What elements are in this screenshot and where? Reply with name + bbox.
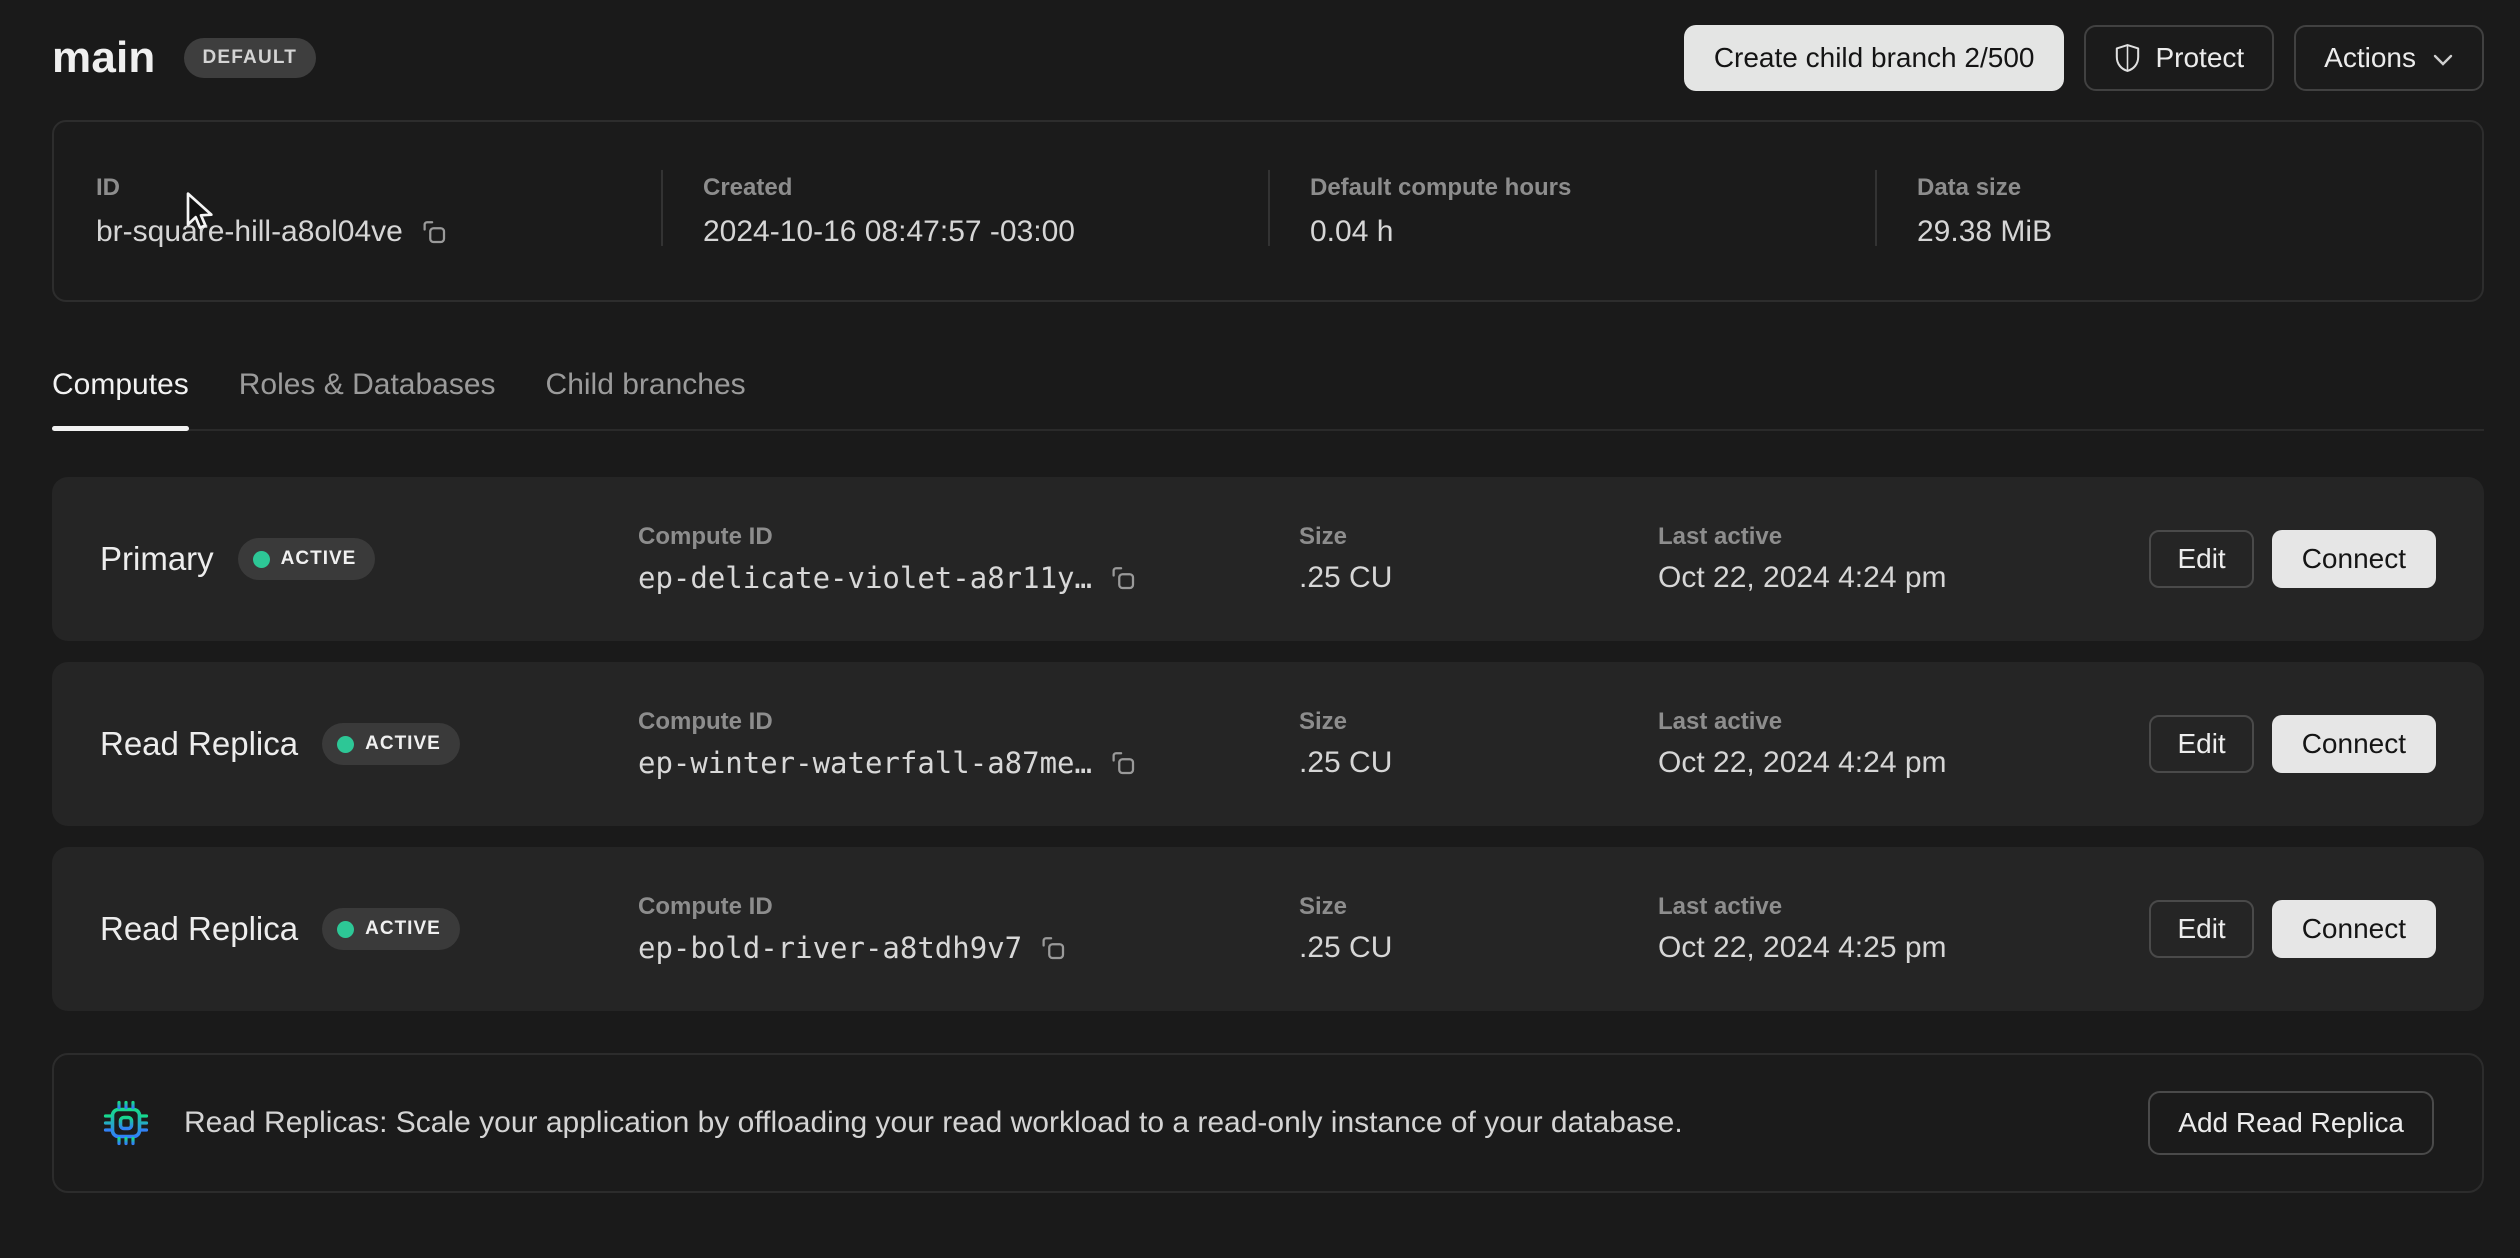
- compute-hours-field: Default compute hours 0.04 h: [1268, 174, 1875, 249]
- last-active-cell: Last active Oct 22, 2024 4:24 pm: [1658, 708, 2149, 780]
- active-dot-icon: [253, 551, 270, 568]
- compute-id-label: Compute ID: [638, 523, 1299, 551]
- created-field: Created 2024-10-16 08:47:57 -03:00: [661, 174, 1268, 249]
- last-active-value: Oct 22, 2024 4:24 pm: [1658, 561, 2149, 595]
- size-cell: Size .25 CU: [1299, 523, 1658, 595]
- compute-hours-value: 0.04 h: [1310, 215, 1875, 249]
- cpu-chip-icon: [102, 1099, 150, 1147]
- add-read-replica-button[interactable]: Add Read Replica: [2148, 1091, 2434, 1155]
- size-label: Size: [1299, 523, 1658, 551]
- status-badge: ACTIVE: [322, 908, 460, 950]
- compute-id-label: Compute ID: [638, 893, 1299, 921]
- status-badge: ACTIVE: [238, 538, 376, 580]
- active-dot-icon: [337, 736, 354, 753]
- status-label: ACTIVE: [365, 918, 441, 940]
- last-active-label: Last active: [1658, 708, 2149, 736]
- banner-text: Read Replicas: Scale your application by…: [184, 1106, 2114, 1140]
- tab-bar: Computes Roles & Databases Child branche…: [52, 368, 2484, 431]
- edit-button[interactable]: Edit: [2149, 900, 2253, 958]
- tab-roles-databases[interactable]: Roles & Databases: [239, 368, 496, 429]
- status-badge: ACTIVE: [322, 723, 460, 765]
- copy-icon[interactable]: [1108, 748, 1138, 778]
- created-label: Created: [703, 174, 1268, 202]
- created-value: 2024-10-16 08:47:57 -03:00: [703, 215, 1268, 249]
- compute-id-label: Compute ID: [638, 708, 1299, 736]
- tab-computes[interactable]: Computes: [52, 368, 189, 429]
- default-badge: DEFAULT: [184, 38, 317, 78]
- size-value: .25 CU: [1299, 561, 1658, 595]
- connect-button[interactable]: Connect: [2272, 900, 2436, 958]
- compute-hours-label: Default compute hours: [1310, 174, 1875, 202]
- create-child-branch-button[interactable]: Create child branch 2/500: [1684, 25, 2065, 91]
- last-active-cell: Last active Oct 22, 2024 4:24 pm: [1658, 523, 2149, 595]
- last-active-label: Last active: [1658, 523, 2149, 551]
- last-active-label: Last active: [1658, 893, 2149, 921]
- copy-icon[interactable]: [419, 217, 449, 247]
- active-dot-icon: [337, 921, 354, 938]
- branch-info-card: ID br-square-hill-a8ol04ve Created 2024-…: [52, 120, 2484, 302]
- last-active-value: Oct 22, 2024 4:24 pm: [1658, 746, 2149, 780]
- compute-row-read-replica-2: Read Replica ACTIVE Compute ID ep-bold-r…: [52, 847, 2484, 1011]
- compute-id-cell: Compute ID ep-delicate-violet-a8r11y…: [638, 523, 1299, 595]
- compute-name: Read Replica: [100, 725, 298, 763]
- compute-name: Primary: [100, 540, 214, 578]
- actions-button[interactable]: Actions: [2294, 25, 2484, 91]
- data-size-value: 29.38 MiB: [1917, 215, 2482, 249]
- data-size-label: Data size: [1917, 174, 2482, 202]
- copy-icon[interactable]: [1108, 563, 1138, 593]
- last-active-cell: Last active Oct 22, 2024 4:25 pm: [1658, 893, 2149, 965]
- compute-id-value: ep-delicate-violet-a8r11y…: [638, 561, 1092, 595]
- size-label: Size: [1299, 708, 1658, 736]
- page-title: main: [52, 33, 156, 83]
- compute-id-cell: Compute ID ep-winter-waterfall-a87me…: [638, 708, 1299, 780]
- page-header: main DEFAULT Create child branch 2/500 P…: [52, 24, 2484, 92]
- copy-icon[interactable]: [1038, 933, 1068, 963]
- connect-button[interactable]: Connect: [2272, 530, 2436, 588]
- data-size-field: Data size 29.38 MiB: [1875, 174, 2482, 249]
- branch-id-label: ID: [96, 174, 661, 202]
- branch-id-field: ID br-square-hill-a8ol04ve: [54, 174, 661, 249]
- compute-name: Read Replica: [100, 910, 298, 948]
- shield-icon: [2114, 43, 2141, 73]
- read-replica-banner: Read Replicas: Scale your application by…: [52, 1053, 2484, 1193]
- compute-row-primary: Primary ACTIVE Compute ID ep-delicate-vi…: [52, 477, 2484, 641]
- chevron-down-icon: [2432, 47, 2454, 73]
- status-label: ACTIVE: [365, 733, 441, 755]
- compute-id-value: ep-bold-river-a8tdh9v7: [638, 931, 1022, 965]
- compute-id-value: ep-winter-waterfall-a87me…: [638, 746, 1092, 780]
- connect-button[interactable]: Connect: [2272, 715, 2436, 773]
- compute-row-read-replica-1: Read Replica ACTIVE Compute ID ep-winter…: [52, 662, 2484, 826]
- branch-id-value: br-square-hill-a8ol04ve: [96, 215, 403, 249]
- actions-button-label: Actions: [2324, 42, 2416, 74]
- size-cell: Size .25 CU: [1299, 893, 1658, 965]
- size-value: .25 CU: [1299, 931, 1658, 965]
- compute-id-cell: Compute ID ep-bold-river-a8tdh9v7: [638, 893, 1299, 965]
- size-label: Size: [1299, 893, 1658, 921]
- size-cell: Size .25 CU: [1299, 708, 1658, 780]
- size-value: .25 CU: [1299, 746, 1658, 780]
- edit-button[interactable]: Edit: [2149, 715, 2253, 773]
- protect-button-label: Protect: [2155, 42, 2244, 74]
- status-label: ACTIVE: [281, 548, 357, 570]
- edit-button[interactable]: Edit: [2149, 530, 2253, 588]
- protect-button[interactable]: Protect: [2084, 25, 2274, 91]
- tab-child-branches[interactable]: Child branches: [546, 368, 746, 429]
- last-active-value: Oct 22, 2024 4:25 pm: [1658, 931, 2149, 965]
